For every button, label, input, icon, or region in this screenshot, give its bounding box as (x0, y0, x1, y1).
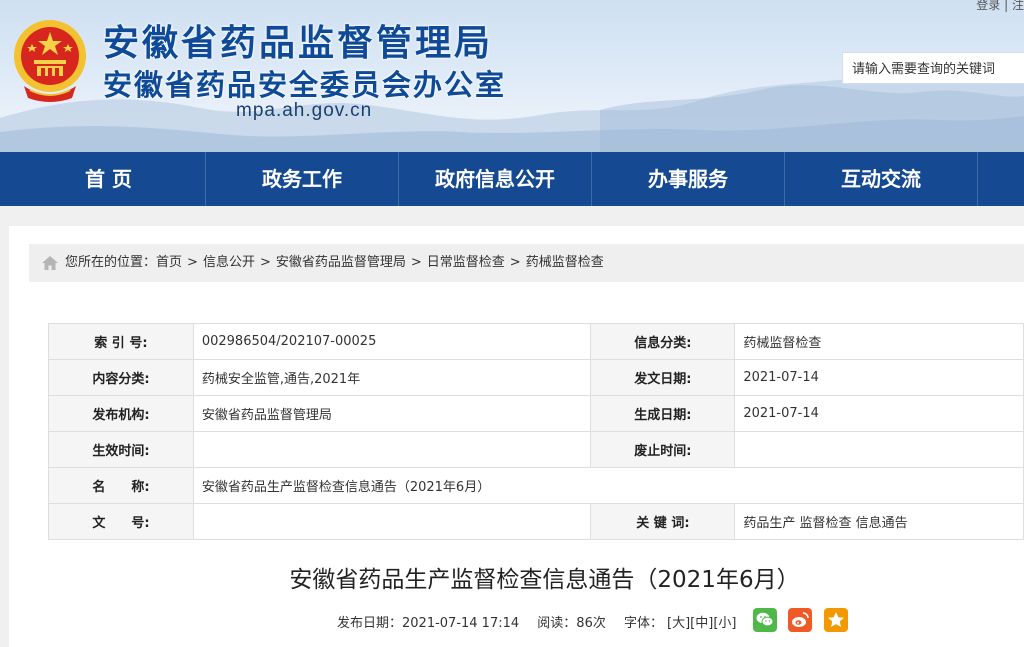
document-number-value (192, 503, 592, 540)
breadcrumb-separator: > (509, 255, 521, 270)
breadcrumb-separator: > (259, 255, 271, 270)
font-size-label: 字体： (623, 616, 663, 631)
breadcrumb-item-info-disclosure[interactable]: 信息公开 (203, 255, 255, 270)
publisher-label: 发布机构: (48, 395, 194, 432)
breadcrumb-prefix: 您所在的位置： (65, 255, 157, 270)
table-row: 文 号: 关 键 词: 药品生产 监督检查 信息通告 (48, 503, 1024, 540)
article-meta: 发布日期：2021-07-14 17:14 阅读：86次 字体： [大][中][小… (337, 612, 736, 631)
site-domain: mpa.ah.gov.cn (236, 100, 373, 121)
wechat-icon (756, 612, 774, 627)
top-links: 登录 | 注 (976, 0, 1024, 13)
info-category-value: 药械监督检查 (734, 323, 1024, 360)
generated-date-label: 生成日期: (590, 395, 736, 432)
top-links-separator: | (1004, 0, 1009, 12)
font-size-small-button[interactable]: [小] (713, 616, 736, 631)
nav-item-info-disclosure[interactable]: 政府信息公开 (398, 152, 591, 206)
content-category-label: 内容分类: (48, 359, 194, 396)
favorite-star-button[interactable] (824, 608, 848, 632)
breadcrumb-separator: > (187, 255, 198, 270)
effective-time-label: 生效时间: (48, 431, 194, 468)
keywords-value: 药品生产 监督检查 信息通告 (734, 503, 1024, 540)
breadcrumb-item-drug-device-inspection[interactable]: 药械监督检查 (526, 255, 604, 270)
content-category-value: 药械安全监管,通告,2021年 (192, 359, 592, 396)
expire-time-label: 废止时间: (590, 431, 736, 468)
nav-item-interaction[interactable]: 互动交流 (784, 152, 977, 206)
article-title: 安徽省药品生产监督检查信息通告（2021年6月） (289, 567, 800, 593)
table-row: 生效时间: 废止时间: (48, 431, 1024, 468)
document-info-table: 索 引 号: 002986504/202107-00025 信息分类: 药械监督… (48, 323, 1024, 540)
breadcrumb-item-daily-inspection[interactable]: 日常监督检查 (427, 255, 505, 270)
document-number-label: 文 号: (48, 503, 194, 540)
weibo-share-button[interactable] (788, 608, 812, 632)
national-emblem-icon (14, 20, 86, 102)
main-nav: 首 页 政务工作 政府信息公开 办事服务 互动交流 (0, 152, 1024, 206)
search-input[interactable] (842, 52, 1024, 84)
weibo-icon (792, 612, 809, 627)
effective-time-value (192, 431, 592, 468)
login-link[interactable]: 登录 (976, 0, 1000, 12)
table-row: 名 称: 安徽省药品生产监督检查信息通告（2021年6月） (48, 467, 1024, 504)
font-size-medium-button[interactable]: [中] (690, 616, 713, 631)
wechat-share-button[interactable] (753, 608, 777, 632)
nav-item-services[interactable]: 办事服务 (591, 152, 784, 206)
home-icon (42, 256, 58, 270)
table-row: 索 引 号: 002986504/202107-00025 信息分类: 药械监督… (48, 323, 1024, 360)
nav-divider (977, 152, 989, 206)
generated-date-value: 2021-07-14 (734, 395, 1024, 432)
nav-item-home[interactable]: 首 页 (12, 152, 205, 206)
table-row: 内容分类: 药械安全监管,通告,2021年 发文日期: 2021-07-14 (48, 359, 1024, 396)
register-link[interactable]: 注 (1012, 0, 1024, 12)
publisher-value: 安徽省药品监督管理局 (192, 395, 592, 432)
favorite-star-icon (828, 612, 844, 627)
content-panel: 您所在的位置：首页 > 信息公开 > 安徽省药品监督管理局 > 日常监督检查 > 药械监督检查 … (9, 226, 1024, 647)
issue-date-value: 2021-07-14 (734, 359, 1024, 396)
index-number-value: 002986504/202107-00025 (192, 323, 592, 360)
keywords-label: 关 键 词: (590, 503, 736, 540)
breadcrumb-item-home[interactable]: 首页 (156, 255, 182, 270)
index-number-label: 索 引 号: (48, 323, 194, 360)
issue-date-label: 发文日期: (590, 359, 736, 396)
table-row: 发布机构: 安徽省药品监督管理局 生成日期: 2021-07-14 (48, 395, 1024, 432)
breadcrumb-item-bureau[interactable]: 安徽省药品监督管理局 (276, 255, 406, 270)
publish-date: 发布日期：2021-07-14 17:14 (337, 616, 520, 631)
document-name-label: 名 称: (48, 467, 194, 504)
read-count: 阅读：86次 (537, 616, 606, 631)
info-category-label: 信息分类: (590, 323, 736, 360)
document-name-value: 安徽省药品生产监督检查信息通告（2021年6月） (192, 467, 1024, 504)
site-title-secondary: 安徽省药品安全委员会办公室 (103, 68, 507, 102)
nav-item-government-work[interactable]: 政务工作 (205, 152, 398, 206)
site-title-primary: 安徽省药品监督管理局 (103, 23, 494, 64)
breadcrumb-separator: > (410, 255, 422, 270)
expire-time-value (734, 431, 1024, 468)
breadcrumb: 您所在的位置：首页 > 信息公开 > 安徽省药品监督管理局 > 日常监督检查 > 药械监督检查 (29, 244, 1024, 282)
font-size-large-button[interactable]: [大] (667, 616, 690, 631)
site-header: 安徽省药品监督管理局 安徽省药品安全委员会办公室 mpa.ah.gov.cn 登… (0, 0, 1024, 152)
